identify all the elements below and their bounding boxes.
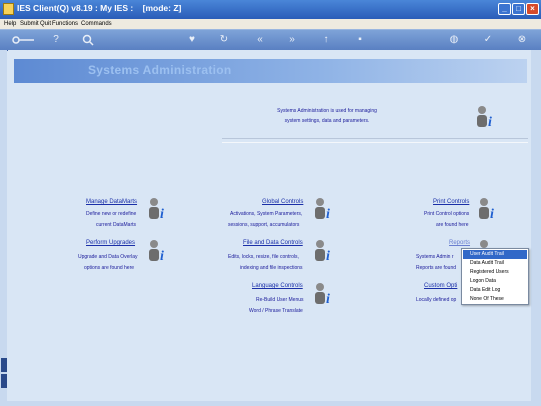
info-person-icon[interactable]: i [146, 196, 170, 220]
section-description: Activations, System Parameters, [230, 211, 303, 217]
section-description: Re-Build User Menus [256, 297, 304, 303]
maximize-button[interactable]: □ [512, 3, 525, 15]
left-panel-tab[interactable] [1, 358, 7, 372]
globe-icon[interactable]: ◍ [448, 34, 460, 46]
svg-text:i: i [160, 207, 164, 220]
perform-upgrades-link[interactable]: Perform Upgrades [86, 240, 135, 246]
popup-item-data-edit-log[interactable]: Data Edit Log [463, 286, 527, 295]
forward-icon[interactable]: » [286, 34, 298, 46]
menu-help[interactable]: Help [4, 19, 16, 29]
info-person-icon[interactable]: i [312, 238, 336, 262]
help-icon[interactable]: ? [50, 34, 62, 46]
section-description: are found here [436, 222, 469, 228]
section-description: Print Control options [424, 211, 470, 217]
svg-text:i: i [160, 249, 164, 262]
toolbar: ? ♥ ↻ « » ↑ ▪ ◍ ✓ ⊗ [0, 29, 541, 51]
svg-text:i: i [326, 249, 330, 262]
key-icon[interactable] [12, 34, 36, 46]
section-description: Locally defined op [416, 297, 457, 303]
popup-item-data-audit-trail[interactable]: Data Audit Trail [463, 259, 527, 268]
file-data-controls-link[interactable]: File and Data Controls [243, 240, 303, 246]
up-icon[interactable]: ↑ [320, 34, 332, 46]
section-description: current DataMarts [96, 222, 137, 228]
global-controls-link[interactable]: Global Controls [262, 199, 303, 205]
pin-icon[interactable]: ▪ [354, 34, 366, 46]
reports-link[interactable]: Reports [449, 240, 470, 246]
menu-quit[interactable]: Quit [40, 19, 51, 29]
section-description: options are found here [84, 265, 135, 271]
cancel-icon[interactable]: ⊗ [516, 34, 528, 46]
divider [222, 138, 528, 143]
intro-text-line: system settings, data and parameters. [284, 118, 370, 124]
back-icon[interactable]: « [254, 34, 266, 46]
section-description: Word / Phrase Translate [249, 308, 303, 314]
manage-datamarts-link[interactable]: Manage DataMarts [86, 199, 137, 205]
popup-item-none-of-these[interactable]: None Of These [463, 295, 527, 304]
page-banner: Systems Administration [14, 59, 527, 83]
page-title: Systems Administration [88, 63, 232, 77]
popup-item-registered-users[interactable]: Registered Users [463, 268, 527, 277]
popup-item-user-audit-trail[interactable]: User Audit Trail [463, 250, 527, 259]
menu-commands[interactable]: Commands [81, 19, 112, 29]
menu-bar: Help Submit Quit Functions Commands [0, 19, 541, 29]
intro-text-line: Systems Administration is used for manag… [277, 108, 377, 114]
right-panel-strip [531, 50, 541, 406]
close-button[interactable]: × [526, 3, 539, 15]
info-person-icon[interactable]: i [146, 238, 170, 262]
section-description: Edits, locks, resize, file controls, [228, 254, 299, 260]
status-bar [0, 401, 541, 406]
window-title: IES Client(Q) v8.19 : My IES : [mode: Z] [17, 3, 182, 13]
menu-functions[interactable]: Functions [52, 19, 78, 29]
check-icon[interactable]: ✓ [482, 34, 494, 46]
custom-options-link[interactable]: Custom Opti [424, 283, 457, 289]
svg-text:i: i [488, 115, 492, 128]
section-description: Reports are found [416, 265, 457, 271]
section-description: sessions, support, accumulators [228, 222, 300, 228]
minimize-button[interactable]: _ [498, 3, 511, 15]
svg-text:i: i [490, 207, 494, 220]
section-description: indexing and file inspections [240, 265, 303, 271]
print-controls-link[interactable]: Print Controls [433, 199, 469, 205]
title-bar: IES Client(Q) v8.19 : My IES : [mode: Z]… [0, 0, 541, 20]
refresh-icon[interactable]: ↻ [218, 34, 230, 46]
popup-item-logon-data[interactable]: Logon Data [463, 277, 527, 286]
menu-submit[interactable]: Submit [20, 19, 39, 29]
app-icon [3, 3, 14, 15]
section-description: Systems Admin r [416, 254, 454, 260]
search-icon[interactable] [82, 34, 94, 46]
info-person-icon[interactable]: i [474, 104, 498, 128]
left-panel-tab[interactable] [1, 374, 7, 388]
left-panel-strip [0, 50, 7, 406]
info-person-icon[interactable]: i [312, 281, 336, 305]
reports-popup-menu: User Audit Trail Data Audit Trail Regist… [461, 248, 529, 305]
section-description: Define new or redefine [86, 211, 137, 217]
svg-text:i: i [326, 207, 330, 220]
svg-text:i: i [326, 292, 330, 305]
info-person-icon[interactable]: i [476, 196, 500, 220]
heart-icon[interactable]: ♥ [186, 34, 198, 46]
info-person-icon[interactable]: i [312, 196, 336, 220]
language-controls-link[interactable]: Language Controls [252, 283, 303, 289]
application-window: IES Client(Q) v8.19 : My IES : [mode: Z]… [0, 0, 541, 406]
section-description: Upgrade and Data Overlay [78, 254, 138, 260]
